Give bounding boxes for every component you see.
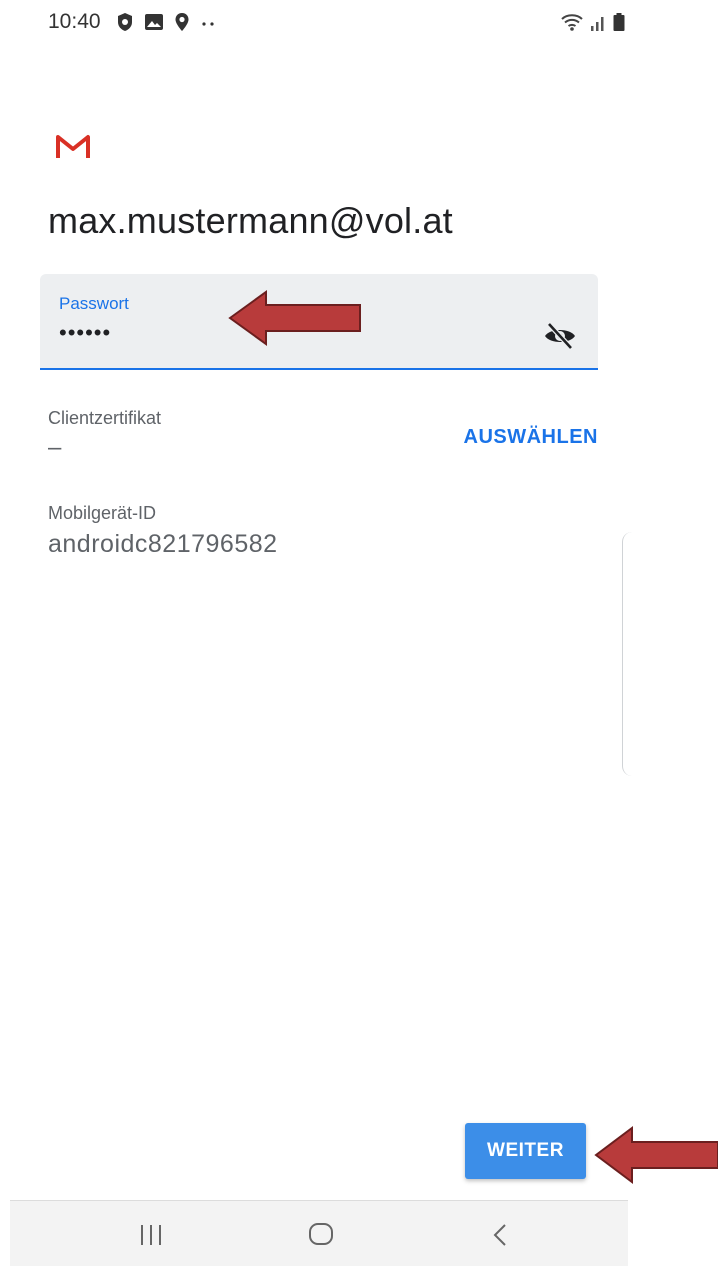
recents-icon[interactable]	[136, 1223, 166, 1247]
gmail-logo	[56, 135, 90, 158]
status-icons-right	[560, 12, 626, 32]
location-icon	[175, 13, 189, 31]
home-icon[interactable]	[308, 1222, 334, 1246]
client-certificate-label: Clientzertifikat	[48, 408, 162, 428]
image-icon	[145, 14, 163, 30]
battery-icon	[613, 13, 625, 31]
more-dots-icon	[202, 22, 214, 26]
signal-icon	[591, 17, 604, 31]
status-time: 10:40	[48, 10, 101, 33]
device-id-label: Mobilgerät-ID	[48, 503, 157, 523]
wifi-icon	[561, 14, 583, 31]
annotation-arrow-password	[228, 290, 361, 346]
back-icon[interactable]	[490, 1222, 510, 1248]
annotation-arrow-next	[594, 1126, 718, 1184]
shield-icon	[118, 13, 132, 31]
password-label: Passwort	[59, 294, 129, 313]
account-email: max.mustermann@vol.at	[48, 200, 453, 241]
password-input[interactable]: ••••••	[59, 320, 111, 346]
side-panel-handle[interactable]	[622, 532, 633, 776]
navigation-bar	[10, 1200, 628, 1266]
device-id-value: androidc821796582	[48, 530, 278, 558]
visibility-off-icon[interactable]	[543, 321, 577, 351]
select-certificate-button[interactable]: AUSWÄHLEN	[448, 420, 598, 454]
next-button[interactable]: WEITER	[465, 1123, 586, 1179]
client-certificate-value: –	[48, 434, 62, 461]
status-icons-left	[116, 12, 216, 32]
